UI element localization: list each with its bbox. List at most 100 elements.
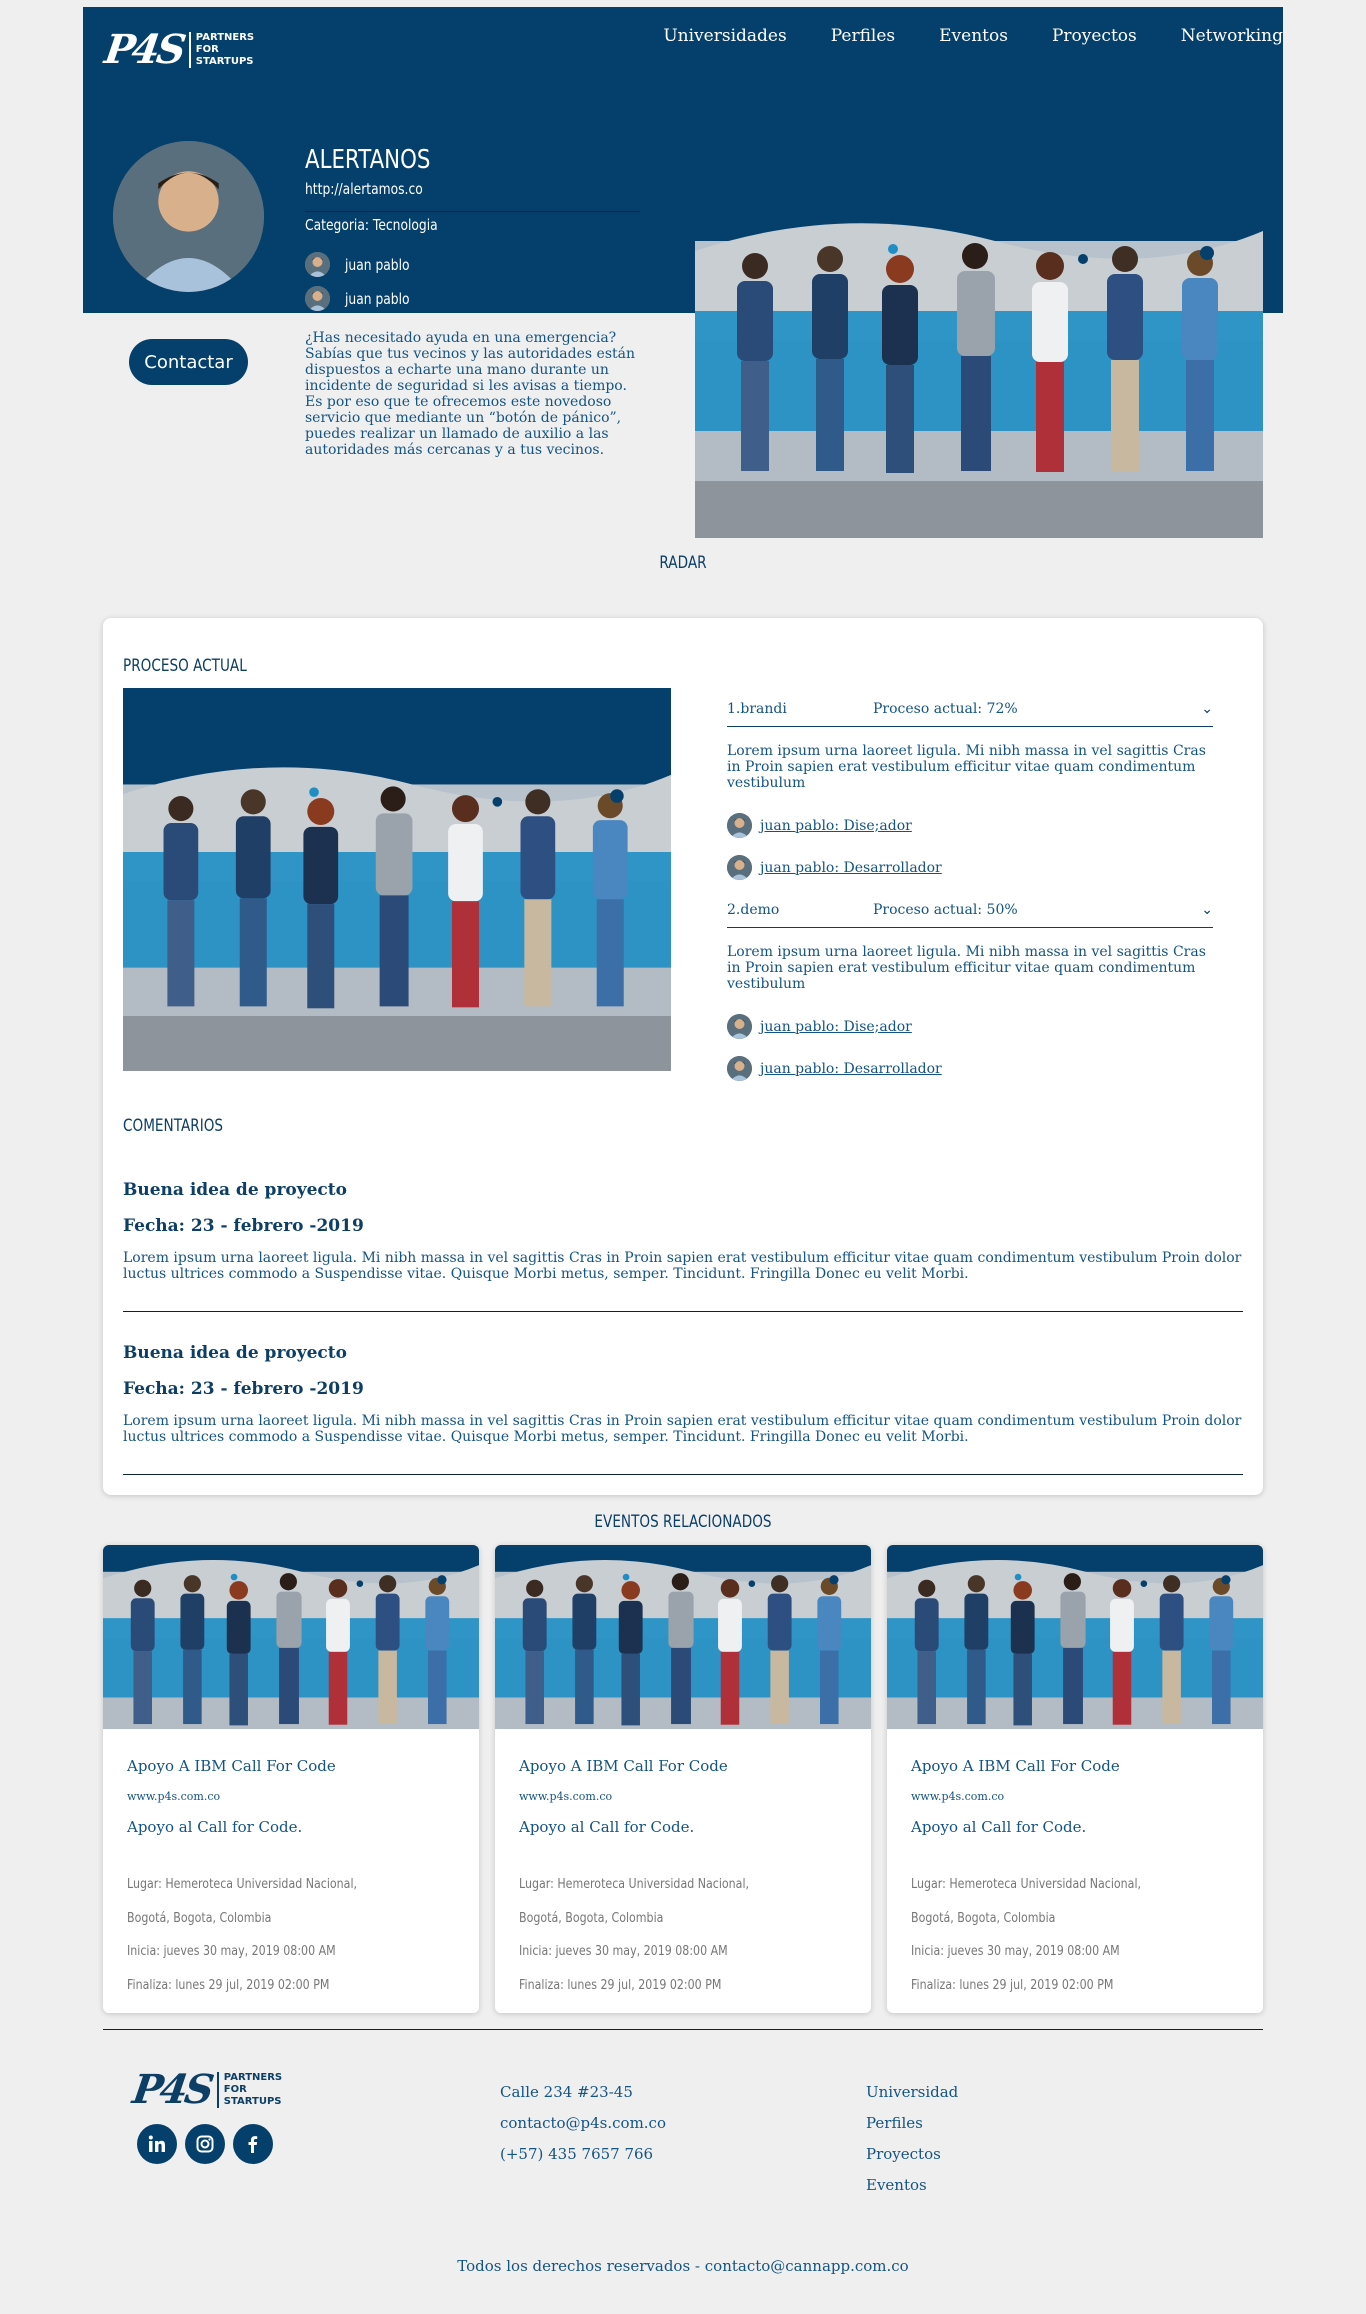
member-avatar xyxy=(727,855,752,880)
instagram-icon[interactable] xyxy=(185,2124,225,2164)
event-place: Lugar: Hemeroteca Universidad Nacional, xyxy=(127,1877,358,1892)
event-url[interactable]: www.p4s.com.co xyxy=(127,1790,220,1803)
footer-link-perfiles[interactable]: Perfiles xyxy=(866,2114,923,2132)
event-url[interactable]: www.p4s.com.co xyxy=(911,1790,1004,1803)
company-avatar xyxy=(113,141,264,292)
comments-heading: COMENTARIOS xyxy=(123,1116,224,1136)
footer-email[interactable]: contacto@p4s.com.co xyxy=(500,2114,666,2132)
comment-divider xyxy=(123,1474,1243,1475)
event-city: Bogotá, Bogota, Colombia xyxy=(127,1911,272,1926)
company-category: Categoria: Tecnologia xyxy=(305,216,438,234)
comment-body: Lorem ipsum urna laoreet ligula. Mi nibh… xyxy=(123,1250,1242,1282)
event-card[interactable]: Apoyo A IBM Call For Code www.p4s.com.co… xyxy=(887,1545,1263,2013)
process-description: Lorem ipsum urna laoreet ligula. Mi nibh… xyxy=(727,944,1206,992)
footer-phone: (+57) 435 7657 766 xyxy=(500,2145,654,2163)
logo-text-line: FOR xyxy=(195,43,219,55)
member-link[interactable]: juan pablo: Dise;ador xyxy=(760,1019,912,1035)
comment-body: Lorem ipsum urna laoreet ligula. Mi nibh… xyxy=(123,1413,1242,1445)
event-card[interactable]: Apoyo A IBM Call For Code www.p4s.com.co… xyxy=(495,1545,871,2013)
company-url[interactable]: http://alertamos.co xyxy=(305,180,423,198)
event-place: Lugar: Hemeroteca Universidad Nacional, xyxy=(519,1877,750,1892)
company-divider xyxy=(305,211,640,212)
logo-text-line: PARTNERS xyxy=(223,2071,283,2083)
company-title: ALERTANOS xyxy=(305,145,431,175)
footer-logo[interactable]: P4S PARTNERS FOR STARTUPS xyxy=(129,2066,283,2113)
process-member[interactable]: juan pablo: Dise;ador xyxy=(727,1014,912,1039)
event-title[interactable]: Apoyo A IBM Call For Code xyxy=(519,1757,728,1775)
footer-link-proyectos[interactable]: Proyectos xyxy=(866,2145,941,2163)
logo-text-line: STARTUPS xyxy=(195,55,254,67)
comment-date: Fecha: 23 - febrero -2019 xyxy=(123,1379,364,1399)
logo-text-line: FOR xyxy=(223,2083,247,2095)
radar-heading: RADAR xyxy=(659,553,707,573)
logo-mark: P4S xyxy=(101,26,187,73)
footer-link-universidad[interactable]: Universidad xyxy=(866,2083,958,2101)
footer-address: Calle 234 #23-45 xyxy=(500,2083,633,2101)
member-avatar xyxy=(727,1014,752,1039)
process-dropdown[interactable]: 2.demo Proceso actual: 50% ⌄ xyxy=(727,893,1213,928)
member-avatar xyxy=(727,1056,752,1081)
member-link[interactable]: juan pablo: Desarrollador xyxy=(760,860,942,876)
footer-link-eventos[interactable]: Eventos xyxy=(866,2176,927,2194)
event-title[interactable]: Apoyo A IBM Call For Code xyxy=(911,1757,1120,1775)
linkedin-icon[interactable] xyxy=(137,2124,177,2164)
process-name: 1.brandi xyxy=(727,701,787,717)
process-member[interactable]: juan pablo: Desarrollador xyxy=(727,855,942,880)
event-description: Apoyo al Call for Code. xyxy=(519,1818,695,1836)
nav-perfiles[interactable]: Perfiles xyxy=(831,26,895,46)
logo-text: PARTNERS FOR STARTUPS xyxy=(188,31,254,68)
process-member[interactable]: juan pablo: Dise;ador xyxy=(727,813,912,838)
logo-text: PARTNERS FOR STARTUPS xyxy=(216,2071,283,2108)
brand-logo[interactable]: P4S PARTNERS FOR STARTUPS xyxy=(101,26,254,73)
member-name: juan pablo xyxy=(345,255,410,274)
event-card[interactable]: Apoyo A IBM Call For Code www.p4s.com.co… xyxy=(103,1545,479,2013)
member-link[interactable]: juan pablo: Desarrollador xyxy=(760,1061,942,1077)
chevron-down-icon[interactable]: ⌄ xyxy=(1201,701,1213,717)
member-avatar xyxy=(305,252,330,277)
event-end: Finaliza: lunes 29 jul, 2019 02:00 PM xyxy=(911,1978,1114,1993)
logo-mark: P4S xyxy=(129,2066,215,2113)
comment-title: Buena idea de proyecto xyxy=(123,1343,347,1363)
event-image xyxy=(495,1545,871,1729)
member-avatar xyxy=(727,813,752,838)
contact-button[interactable]: Contactar xyxy=(129,339,248,385)
comment-divider xyxy=(123,1311,1243,1312)
facebook-icon[interactable] xyxy=(233,2124,273,2164)
event-title[interactable]: Apoyo A IBM Call For Code xyxy=(127,1757,336,1775)
nav-universidades[interactable]: Universidades xyxy=(663,26,786,46)
process-heading: PROCESO ACTUAL xyxy=(123,656,247,676)
event-image xyxy=(887,1545,1263,1729)
comment-title: Buena idea de proyecto xyxy=(123,1180,347,1200)
process-dropdown[interactable]: 1.brandi Proceso actual: 72% ⌄ xyxy=(727,692,1213,727)
event-start: Inicia: jueves 30 may, 2019 08:00 AM xyxy=(519,1944,728,1959)
company-cover-image xyxy=(695,141,1263,538)
nav-networking[interactable]: Networking xyxy=(1181,26,1283,46)
event-start: Inicia: jueves 30 may, 2019 08:00 AM xyxy=(911,1944,1120,1959)
event-place: Lugar: Hemeroteca Universidad Nacional, xyxy=(911,1877,1142,1892)
event-city: Bogotá, Bogota, Colombia xyxy=(911,1911,1056,1926)
comment-date: Fecha: 23 - febrero -2019 xyxy=(123,1216,364,1236)
process-name: 2.demo xyxy=(727,902,780,918)
process-description: Lorem ipsum urna laoreet ligula. Mi nibh… xyxy=(727,743,1206,791)
footer-divider xyxy=(103,2029,1263,2030)
nav-eventos[interactable]: Eventos xyxy=(939,26,1008,46)
company-description: ¿Has necesitado ayuda en una emergencia?… xyxy=(305,330,635,458)
event-city: Bogotá, Bogota, Colombia xyxy=(519,1911,664,1926)
process-progress: Proceso actual: 50% xyxy=(873,902,1018,918)
event-end: Finaliza: lunes 29 jul, 2019 02:00 PM xyxy=(519,1978,722,1993)
nav-proyectos[interactable]: Proyectos xyxy=(1052,26,1137,46)
member-name: juan pablo xyxy=(345,289,410,308)
event-url[interactable]: www.p4s.com.co xyxy=(519,1790,612,1803)
team-member[interactable]: juan pablo xyxy=(305,252,424,277)
copyright-text: Todos los derechos reservados - contacto… xyxy=(457,2257,909,2275)
event-image xyxy=(103,1545,479,1729)
process-member[interactable]: juan pablo: Desarrollador xyxy=(727,1056,942,1081)
events-heading: EVENTOS RELACIONADOS xyxy=(594,1512,772,1532)
process-image xyxy=(123,688,671,1071)
chevron-down-icon[interactable]: ⌄ xyxy=(1201,902,1213,918)
main-nav: Universidades Perfiles Eventos Proyectos… xyxy=(663,26,1283,46)
team-member[interactable]: juan pablo xyxy=(305,286,424,311)
event-end: Finaliza: lunes 29 jul, 2019 02:00 PM xyxy=(127,1978,330,1993)
event-description: Apoyo al Call for Code. xyxy=(127,1818,303,1836)
member-link[interactable]: juan pablo: Dise;ador xyxy=(760,818,912,834)
